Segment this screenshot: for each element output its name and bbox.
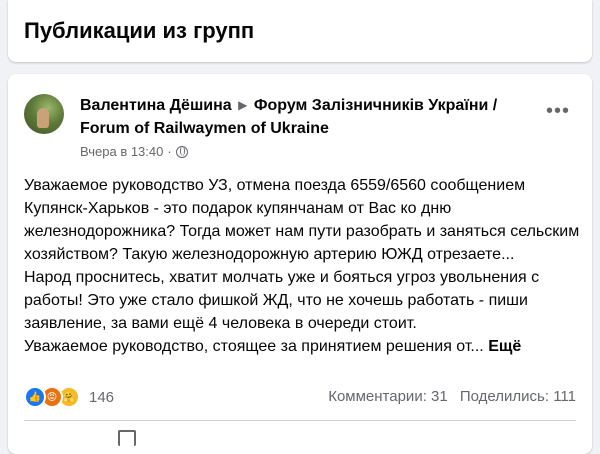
author-avatar[interactable] (24, 94, 64, 134)
like-reaction-icon: 👍 (24, 386, 46, 408)
post-stats: Комментарии: 31 Поделились: 111 (328, 388, 576, 405)
arrow-right-icon: ▶ (238, 98, 248, 112)
meta-separator: · (167, 144, 172, 159)
section-header: Публикации из групп (8, 0, 592, 62)
section-title: Публикации из групп (24, 18, 255, 43)
globe-icon[interactable] (175, 145, 188, 158)
comments-count-link[interactable]: Комментарии: 31 (328, 388, 448, 405)
action-divider (24, 420, 576, 421)
reactions-summary[interactable]: 👍 😡 🤗 146 (24, 386, 114, 408)
post-paragraph: Народ проснитесь, хватит молчать уже и б… (24, 269, 540, 332)
shares-count-link[interactable]: Поделились: 111 (460, 388, 576, 405)
like-button-icon[interactable] (118, 430, 136, 446)
post-paragraph-truncated: Уважаемое руководство, стоящее за принят… (24, 335, 580, 358)
avatar-photo (37, 108, 49, 128)
post-last-line: Уважаемое руководство, стоящее за принят… (24, 338, 484, 355)
post-header: Валентина Дёшина ▶ Форум Залізничників У… (80, 94, 520, 140)
group-post: Валентина Дёшина ▶ Форум Залізничників У… (8, 74, 592, 454)
post-meta: Вчера в 13:40 · (80, 144, 188, 159)
post-timestamp-link[interactable]: Вчера в 13:40 (80, 144, 163, 159)
post-body: Уважаемое руководство УЗ, отмена поезда … (24, 174, 580, 358)
reaction-count: 146 (89, 388, 115, 406)
author-name-link[interactable]: Валентина Дёшина (80, 97, 232, 114)
post-paragraph: Уважаемое руководство УЗ, отмена поезда … (24, 177, 580, 263)
more-options-icon[interactable]: ••• (540, 101, 576, 128)
see-more-link[interactable]: Ещё (488, 338, 521, 355)
